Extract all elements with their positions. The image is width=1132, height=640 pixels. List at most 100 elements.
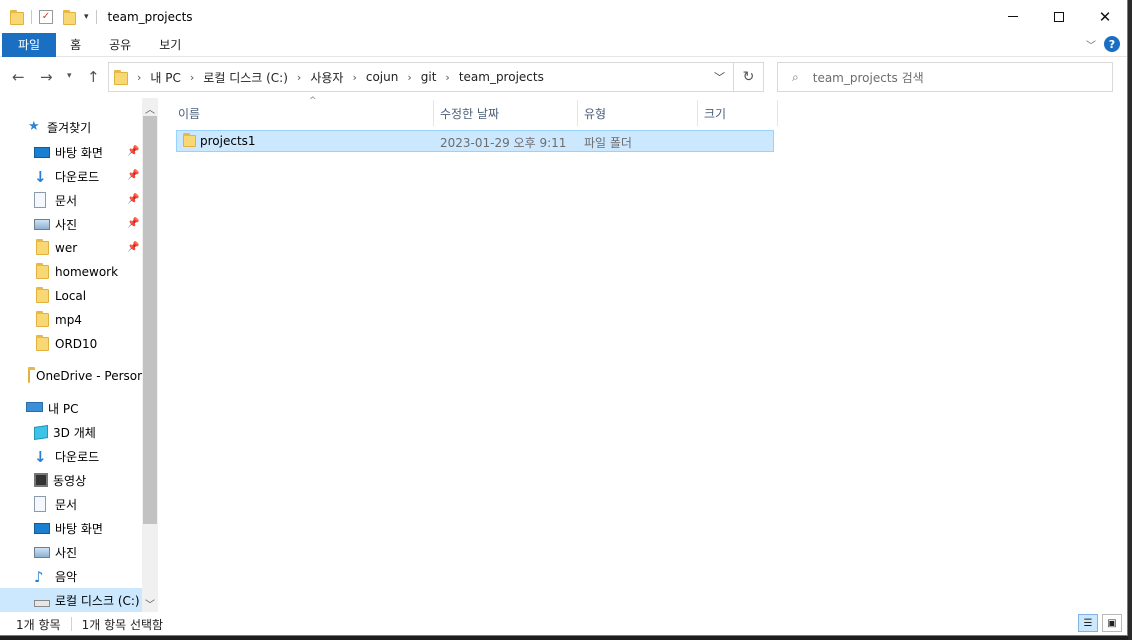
nav-item-label: 3D 개체 <box>53 425 96 440</box>
breadcrumb-item[interactable]: 내 PC <box>150 69 180 86</box>
nav-item-homework[interactable]: homework <box>0 260 142 284</box>
folder-icon <box>36 287 49 303</box>
pin-icon[interactable]: 📌 <box>127 218 139 229</box>
video-icon <box>34 473 48 487</box>
breadcrumb-item[interactable]: cojun <box>366 70 398 84</box>
chevron-right-icon[interactable]: › <box>190 71 194 84</box>
nav-item-label: 로컬 디스크 (C:) <box>55 593 140 608</box>
file-row[interactable]: projects1 2023-01-29 오후 9:11 파일 폴더 <box>176 130 774 152</box>
chevron-right-icon[interactable]: › <box>297 71 301 84</box>
nav-scrollbar[interactable]: ︿ ﹀ <box>142 98 158 612</box>
chevron-down-icon[interactable]: ﹀ <box>714 69 725 85</box>
search-placeholder: team_projects 검색 <box>812 70 924 85</box>
nav-item-quick-access[interactable]: ★ 즐겨찾기 <box>0 115 142 139</box>
nav-item-label: 동영상 <box>53 473 87 488</box>
nav-item-label: 문서 <box>55 497 78 512</box>
nav-item-ord10[interactable]: ORD10 <box>0 332 142 356</box>
close-button[interactable]: ✕ <box>1082 0 1127 33</box>
column-label: 유형 <box>584 106 607 121</box>
chevron-down-icon[interactable]: ﹀ <box>145 596 155 611</box>
nav-item-label: homework <box>55 265 119 279</box>
nav-item-videos[interactable]: 동영상 <box>0 468 142 492</box>
pin-icon[interactable]: 📌 <box>127 146 139 157</box>
minimize-button[interactable] <box>990 0 1036 33</box>
chevron-right-icon[interactable]: › <box>407 71 411 84</box>
tab-file[interactable]: 파일 <box>2 32 57 57</box>
chevron-right-icon[interactable]: › <box>445 71 449 84</box>
maximize-button[interactable] <box>1036 0 1082 33</box>
column-header-type[interactable]: 유형 <box>578 100 698 126</box>
desktop-icon <box>34 147 50 158</box>
back-arrow-icon[interactable]: ← <box>12 68 25 86</box>
customize-dropdown-icon[interactable]: ▾ <box>84 12 89 22</box>
chevron-up-icon[interactable]: ︿ <box>145 101 155 116</box>
nav-item-label: 사진 <box>55 217 78 232</box>
chevron-right-icon[interactable]: › <box>352 71 356 84</box>
nav-item-label: mp4 <box>55 313 82 327</box>
download-icon: ↓ <box>34 448 47 466</box>
properties-icon[interactable]: ✓ <box>39 9 53 24</box>
breadcrumb-item[interactable]: team_projects <box>459 70 544 84</box>
search-icon: ⌕ <box>792 69 799 84</box>
nav-item-documents[interactable]: 문서 <box>0 188 142 212</box>
recent-dropdown-icon[interactable]: ▾ <box>67 71 72 81</box>
tab-share[interactable]: 공유 <box>95 33 145 57</box>
window-title: team_projects <box>107 9 193 24</box>
up-arrow-icon[interactable]: ↑ <box>87 68 100 86</box>
nav-item-documents-pc[interactable]: 문서 <box>0 492 142 516</box>
nav-item-mp4[interactable]: mp4 <box>0 308 142 332</box>
refresh-button[interactable]: ↻ <box>734 62 764 92</box>
status-bar: 1개 항목 1개 항목 선택함 ☰ ▣ <box>0 612 1127 635</box>
nav-item-label: 바탕 화면 <box>55 145 103 160</box>
nav-item-desktop-pc[interactable]: 바탕 화면 <box>0 516 142 540</box>
breadcrumb-item[interactable]: git <box>421 70 437 84</box>
explorer-window: ✓ ▾ team_projects ✕ 파일 홈 공유 보기 ﹀ ? ← → ▾… <box>0 0 1128 636</box>
large-icons-view-button[interactable]: ▣ <box>1102 614 1122 632</box>
folder-icon <box>36 335 49 351</box>
nav-item-label: 다운로드 <box>55 169 100 184</box>
nav-item-desktop[interactable]: 바탕 화면 <box>0 140 142 164</box>
column-header-name[interactable]: 이름 ^ <box>172 96 434 126</box>
nav-item-label: 음악 <box>55 569 78 584</box>
pin-icon[interactable]: 📌 <box>127 194 139 205</box>
breadcrumb-item[interactable]: 로컬 디스크 (C:) <box>203 69 288 86</box>
pin-icon[interactable]: 📌 <box>127 242 139 253</box>
nav-item-wer[interactable]: wer <box>0 236 142 260</box>
nav-item-3d-objects[interactable]: 3D 개체 <box>0 420 142 444</box>
nav-item-local-disk[interactable]: 로컬 디스크 (C:) <box>0 588 142 612</box>
column-label: 이름 <box>178 106 201 121</box>
nav-item-pictures-pc[interactable]: 사진 <box>0 540 142 564</box>
nav-item-this-pc[interactable]: 내 PC <box>0 396 142 420</box>
search-input[interactable]: ⌕ team_projects 검색 <box>777 62 1113 92</box>
close-icon: ✕ <box>1098 7 1112 26</box>
address-row: ← → ▾ ↑ › 내 PC › 로컬 디스크 (C:) › 사용자 › coj… <box>0 58 1127 98</box>
column-header-size[interactable]: 크기 <box>698 100 778 126</box>
drive-icon <box>34 599 50 607</box>
quick-access-toolbar: ✓ ▾ <box>0 0 102 33</box>
nav-item-pictures[interactable]: 사진 <box>0 212 142 236</box>
nav-item-music[interactable]: ♪ 음악 <box>0 564 142 588</box>
tab-view[interactable]: 보기 <box>145 33 195 57</box>
nav-item-downloads-pc[interactable]: ↓ 다운로드 <box>0 444 142 468</box>
breadcrumb-item[interactable]: 사용자 <box>310 69 343 86</box>
tab-home[interactable]: 홈 <box>56 33 95 57</box>
new-folder-icon[interactable] <box>63 9 76 25</box>
column-header-date[interactable]: 수정한 날짜 <box>434 100 578 126</box>
nav-item-downloads[interactable]: ↓ 다운로드 <box>0 164 142 188</box>
column-label: 수정한 날짜 <box>440 106 500 121</box>
nav-item-label: OneDrive - Personal <box>36 369 142 383</box>
nav-item-local[interactable]: Local <box>0 284 142 308</box>
expand-ribbon-icon[interactable]: ﹀ <box>1086 37 1096 52</box>
refresh-icon: ↻ <box>742 69 755 85</box>
desktop-icon <box>34 523 50 534</box>
nav-item-label: 사진 <box>55 545 78 560</box>
scrollbar-thumb[interactable] <box>143 116 157 524</box>
details-view-button[interactable]: ☰ <box>1078 614 1098 632</box>
address-bar[interactable]: › 내 PC › 로컬 디스크 (C:) › 사용자 › cojun › git… <box>108 62 734 92</box>
folder-icon <box>114 70 128 85</box>
details-view-icon: ☰ <box>1083 617 1093 629</box>
nav-item-onedrive[interactable]: OneDrive - Personal <box>0 364 142 388</box>
pin-icon[interactable]: 📌 <box>127 170 139 181</box>
help-icon[interactable]: ? <box>1104 36 1120 52</box>
forward-arrow-icon[interactable]: → <box>40 68 53 86</box>
